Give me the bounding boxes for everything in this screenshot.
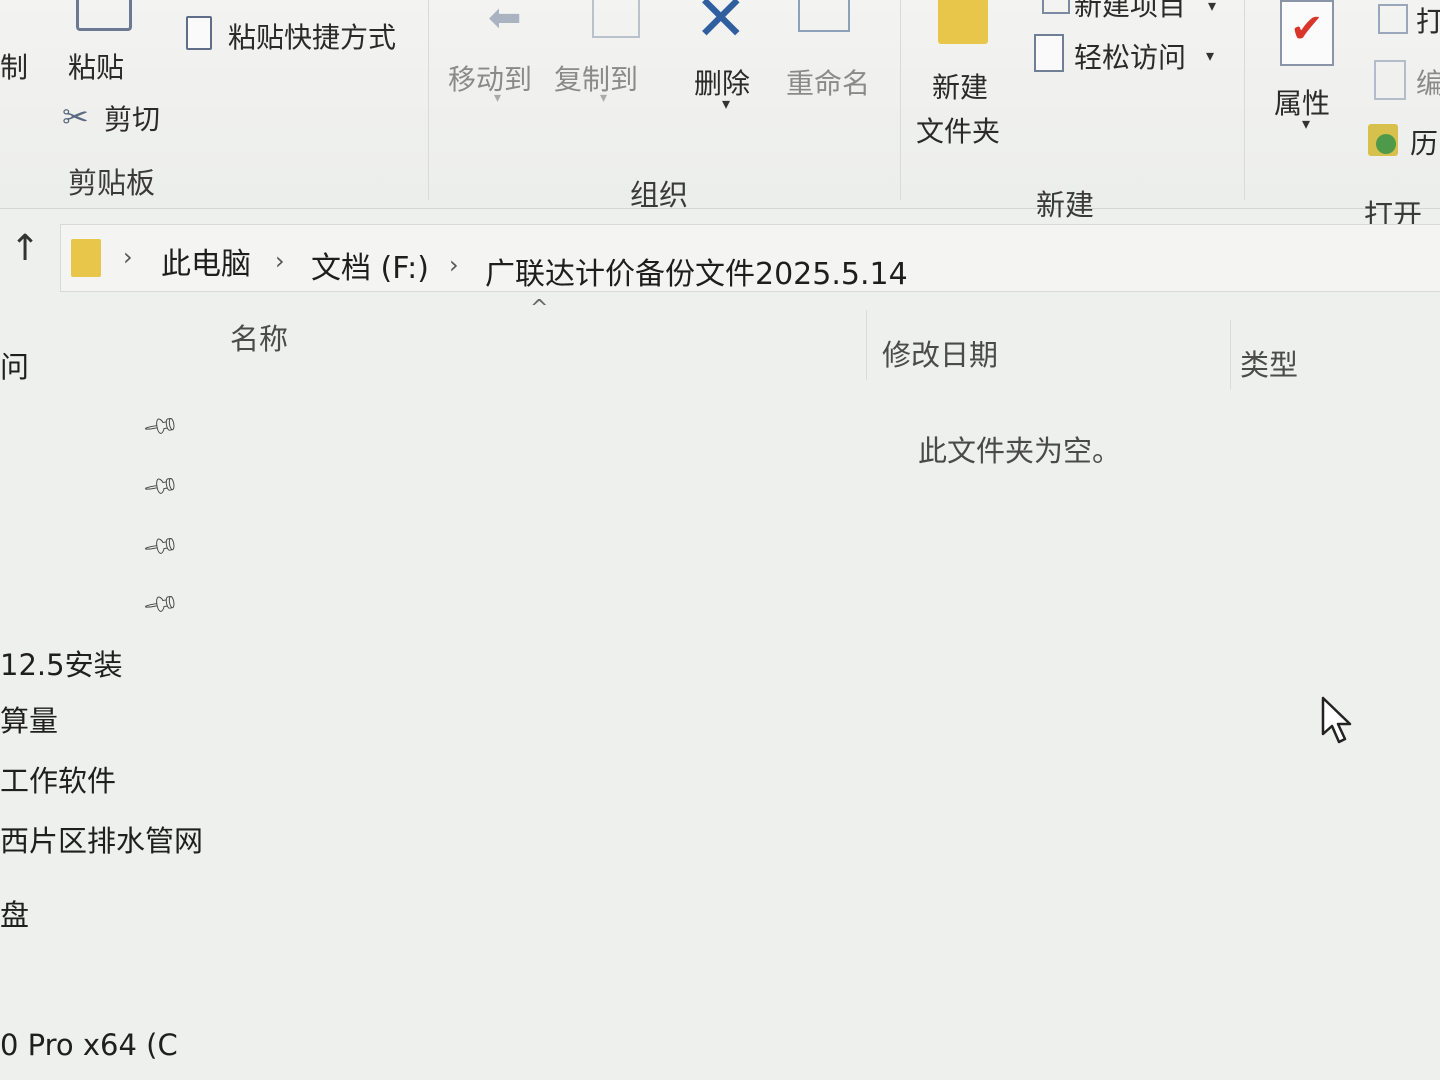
column-divider[interactable] bbox=[866, 310, 867, 380]
paste-shortcut-button[interactable]: 粘贴快捷方式 bbox=[228, 16, 396, 56]
ribbon-separator bbox=[1244, 0, 1245, 200]
scissors-icon: ✂ bbox=[62, 98, 89, 136]
properties-icon: ✔ bbox=[1280, 0, 1334, 66]
copy-to-icon bbox=[592, 0, 640, 38]
paste-button[interactable]: 粘贴 bbox=[68, 46, 124, 86]
move-to-icon: ⬅ bbox=[488, 0, 522, 41]
sort-ascending-icon: ^ bbox=[530, 296, 549, 321]
move-to-button[interactable]: 移动到 bbox=[448, 58, 532, 98]
paste-shortcut-icon bbox=[186, 16, 212, 50]
new-folder-icon bbox=[938, 0, 988, 44]
delete-icon: ✕ bbox=[694, 0, 748, 56]
breadcrumb-documents-drive[interactable]: 文档 (F:) bbox=[311, 243, 429, 287]
easy-access-dropdown-icon: ▾ bbox=[1206, 46, 1215, 65]
clipboard-group-label: 剪贴板 bbox=[68, 166, 156, 200]
clock-icon bbox=[1376, 134, 1396, 154]
column-divider[interactable] bbox=[1230, 320, 1231, 390]
new-item-dropdown-icon: ▾ bbox=[1208, 0, 1217, 15]
up-arrow-icon[interactable]: ↑ bbox=[10, 228, 40, 269]
delete-dropdown-icon: ▾ bbox=[722, 94, 731, 113]
mouse-cursor-icon bbox=[1321, 696, 1352, 744]
copy-to-dropdown-icon: ▾ bbox=[600, 90, 608, 106]
pin-icon[interactable]: 📌︎ bbox=[141, 406, 182, 446]
ribbon: 制 粘贴 粘贴快捷方式 ✂ 剪切 剪贴板 ⬅ 移动到 ▾ 复制到 ▾ ✕ 删除 … bbox=[0, 0, 1440, 232]
breadcrumb-current-folder[interactable]: 广联达计价备份文件2025.5.14 bbox=[485, 249, 908, 293]
properties-dropdown-icon: ▾ bbox=[1302, 114, 1311, 133]
nav-item[interactable]: 工作软件 bbox=[0, 758, 116, 800]
chevron-right-icon[interactable]: › bbox=[449, 251, 459, 279]
nav-item[interactable]: 西片区排水管网 bbox=[0, 818, 203, 860]
column-header-name[interactable]: 名称 bbox=[230, 316, 288, 358]
paste-icon bbox=[76, 0, 132, 31]
folder-icon bbox=[71, 239, 101, 277]
copy-button[interactable]: 制 bbox=[0, 46, 28, 86]
ribbon-separator bbox=[900, 0, 901, 200]
chevron-right-icon[interactable]: › bbox=[123, 243, 133, 271]
breadcrumb-this-pc[interactable]: 此电脑 bbox=[161, 239, 251, 283]
nav-item[interactable]: 算量 bbox=[0, 698, 58, 740]
address-bar[interactable]: › 此电脑 › 文档 (F:) › 广联达计价备份文件2025.5.14 bbox=[60, 224, 1440, 292]
column-header-date-modified[interactable]: 修改日期 bbox=[882, 332, 998, 374]
history-button[interactable]: 历 bbox=[1410, 122, 1438, 162]
easy-access-button[interactable]: 轻松访问 bbox=[1074, 36, 1186, 76]
rename-icon bbox=[798, 0, 850, 32]
move-to-dropdown-icon: ▾ bbox=[494, 90, 502, 106]
chevron-right-icon[interactable]: › bbox=[275, 247, 285, 275]
address-bar-row: ↑ › 此电脑 › 文档 (F:) › 广联达计价备份文件2025.5.14 bbox=[0, 214, 1440, 298]
edit-icon bbox=[1374, 60, 1406, 100]
new-folder-button-line1[interactable]: 新建 bbox=[932, 66, 988, 106]
nav-item[interactable]: 盘 bbox=[0, 892, 29, 934]
empty-folder-message: 此文件夹为空。 bbox=[918, 434, 1122, 468]
cut-button[interactable]: 剪切 bbox=[104, 98, 160, 138]
new-item-button[interactable]: 新建项目 bbox=[1074, 0, 1186, 24]
open-icon bbox=[1378, 4, 1408, 34]
pin-icon[interactable]: 📌︎ bbox=[141, 584, 182, 624]
new-folder-button-line2[interactable]: 文件夹 bbox=[916, 110, 1000, 150]
pin-icon[interactable]: 📌︎ bbox=[141, 526, 182, 566]
nav-item[interactable]: 12.5安装 bbox=[0, 642, 123, 684]
nav-item-drive[interactable]: 0 Pro x64 (C bbox=[0, 1028, 178, 1062]
organize-group-label: 组织 bbox=[630, 178, 689, 212]
history-icon bbox=[1368, 124, 1398, 156]
pin-icon[interactable]: 📌︎ bbox=[141, 466, 182, 506]
checkmark-icon: ✔ bbox=[1290, 6, 1324, 52]
edit-button[interactable]: 编 bbox=[1416, 62, 1440, 102]
copy-to-button[interactable]: 复制到 bbox=[554, 58, 638, 98]
new-item-icon bbox=[1042, 0, 1070, 14]
nav-quick-access[interactable]: 问 bbox=[0, 344, 29, 386]
ribbon-separator bbox=[428, 0, 429, 200]
open-button[interactable]: 打 bbox=[1416, 0, 1440, 40]
column-header-type[interactable]: 类型 bbox=[1240, 342, 1298, 384]
easy-access-icon bbox=[1034, 34, 1064, 72]
rename-button[interactable]: 重命名 bbox=[786, 62, 870, 102]
